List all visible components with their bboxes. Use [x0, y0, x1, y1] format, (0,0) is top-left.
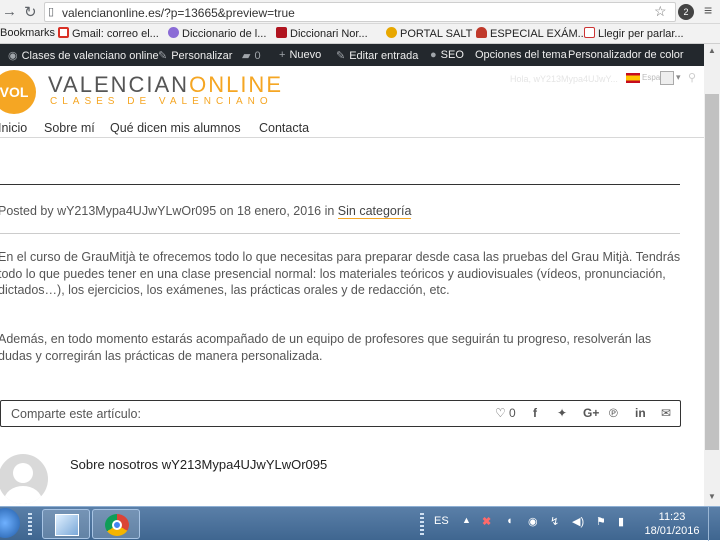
comment-icon: ▰ [242, 50, 251, 62]
pinterest-icon[interactable]: ℗ [609, 406, 618, 420]
twitter-icon[interactable]: ✦ [557, 406, 567, 420]
share-label: Comparte este artículo: [11, 407, 141, 421]
bookmarks-bar: Bookmarks Gmail: correo el... Diccionari… [0, 24, 720, 44]
post-meta: Posted by wY213Mypa4UJwYLwOr095 on 18 en… [0, 204, 412, 219]
network-icon[interactable]: ◉ [528, 515, 538, 528]
taskbar-grip [420, 513, 424, 535]
wp-site-link[interactable]: ◉ Clases de valenciano online [8, 49, 159, 62]
scroll-down-icon[interactable]: ▼ [708, 492, 716, 501]
logo-mark[interactable]: VOL [0, 70, 36, 114]
facebook-icon[interactable]: f [533, 406, 537, 420]
dashboard-icon: ◉ [8, 50, 18, 62]
author-avatar [0, 454, 48, 504]
divider [0, 184, 680, 185]
address-bar-row: → ↻ ▯ valencianonline.es/?p=13665&previe… [0, 0, 720, 24]
clock-date: 18/01/2016 [644, 525, 700, 537]
like-count: 0 [509, 406, 516, 420]
chevron-down-icon[interactable]: ▾ [676, 72, 681, 83]
antivirus-icon[interactable]: ✖ [482, 515, 491, 528]
bookmark-item[interactable]: ESPECIAL EXÁM... [476, 27, 587, 40]
scroll-thumb[interactable] [705, 94, 719, 450]
dictionary-icon [168, 27, 179, 38]
dictionary-nor-icon [276, 27, 287, 38]
googleplus-icon[interactable]: G+ [583, 406, 599, 420]
email-icon[interactable]: ✉ [661, 406, 671, 420]
wp-theme-options-link[interactable]: Opciones del tema [475, 49, 567, 61]
user-greeting[interactable]: Hola, wY213Mypa4UJwY... [510, 74, 618, 84]
divider [0, 233, 680, 234]
nav-item-inicio[interactable]: Inicio [0, 121, 27, 135]
page-scrollbar[interactable]: ▲ ▼ [704, 44, 720, 506]
explorer-icon [55, 514, 79, 536]
share-box: Comparte este artículo: ♡ 0 f ✦ G+ ℗ in … [0, 400, 681, 427]
scroll-up-icon[interactable]: ▲ [708, 46, 716, 55]
wp-new-link[interactable]: + Nuevo [279, 49, 321, 61]
menu-icon[interactable]: ≡ [704, 2, 712, 18]
page-icon: ▯ [48, 6, 55, 18]
nav-item-sobre-mi[interactable]: Sobre mí [44, 121, 95, 135]
forward-icon[interactable]: → [2, 3, 17, 20]
author-title: Sobre nosotros wY213Mypa4UJwYLwOr095 [70, 457, 328, 472]
url-text[interactable]: valencianonline.es/?p=13665&preview=true [62, 6, 295, 20]
main-nav: Inicio Sobre mí Qué dicen mis alumnos Co… [0, 114, 704, 138]
show-desktop-button[interactable] [708, 507, 720, 541]
flag-icon[interactable]: ⚑ [596, 515, 606, 528]
search-icon[interactable]: ⚲ [688, 71, 696, 84]
taskbar-app-explorer[interactable] [42, 509, 90, 539]
tray-expand-icon[interactable]: ▲ [462, 515, 471, 525]
volume-icon[interactable]: ◖ [506, 515, 513, 527]
signal-icon[interactable]: ▮ [618, 515, 624, 528]
bookmark-item[interactable]: Bookmarks [0, 27, 55, 39]
speaker-icon[interactable]: ◀) [572, 515, 584, 528]
start-button[interactable] [0, 508, 20, 538]
wp-admin-bar: ◉ Clases de valenciano online ✎ Personaliz… [0, 44, 704, 66]
bookmark-star-icon[interactable]: ☆ [654, 3, 667, 20]
update-icon[interactable]: ↯ [550, 515, 559, 528]
taskbar-app-chrome[interactable] [92, 509, 140, 539]
llegir-icon [584, 27, 595, 38]
reload-icon[interactable]: ↻ [24, 3, 37, 21]
wp-color-customizer-link[interactable]: Personalizador de color [568, 49, 684, 61]
chrome-icon [105, 514, 129, 536]
plus-icon: + [279, 49, 286, 61]
brush-icon: ✎ [158, 50, 168, 62]
taskbar: ES ▲ ✖ ◖ ◉ ↯ ◀) ⚑ ▮ 11:23 18/01/2016 [0, 506, 720, 541]
linkedin-icon[interactable]: in [635, 406, 646, 420]
system-clock[interactable]: 11:23 18/01/2016 [644, 510, 700, 538]
heart-icon[interactable]: ♡ [495, 406, 506, 420]
extension-icon[interactable]: 2 [678, 4, 694, 20]
bookmark-item[interactable]: Diccionario de l... [168, 27, 266, 40]
wp-comments-link[interactable]: ▰ 0 [242, 49, 261, 62]
nav-item-alumnos[interactable]: Qué dicen mis alumnos [110, 121, 241, 135]
logo-wordmark[interactable]: VALENCIANONLINE [48, 72, 283, 98]
taskbar-grip [28, 513, 32, 535]
category-link[interactable]: Sin categoría [337, 204, 412, 219]
gmail-icon [58, 27, 69, 38]
nav-item-contacta[interactable]: Contacta [259, 121, 309, 135]
wp-edit-link[interactable]: ✎ Editar entrada [336, 49, 418, 62]
wp-seo-link[interactable]: ● SEO [430, 49, 464, 61]
clock-time: 11:23 [658, 511, 686, 523]
bookmark-item[interactable]: Gmail: correo el... [58, 27, 159, 40]
spain-flag-icon[interactable] [626, 73, 640, 83]
user-avatar-small[interactable] [660, 71, 674, 85]
input-language[interactable]: ES [434, 515, 449, 527]
post-paragraph: Además, en todo momento estarás acompaña… [0, 332, 652, 363]
logo-tagline: CLASES DE VALENCIANO [50, 96, 273, 107]
wp-customize-link[interactable]: ✎ Personalizar [158, 49, 232, 62]
post-paragraph: En el curso de GrauMitjà te ofrecemos to… [0, 250, 681, 297]
bookmark-item[interactable]: Llegir per parlar... [584, 27, 684, 40]
seo-icon: ● [430, 49, 437, 61]
site-viewport: VOL VALENCIANONLINE CLASES DE VALENCIANO… [0, 66, 704, 506]
bookmark-item[interactable]: Diccionari Nor... [276, 27, 368, 40]
pencil-icon: ✎ [336, 50, 346, 62]
bookmark-item[interactable]: PORTAL SALT [386, 27, 472, 40]
portal-salt-icon [386, 27, 397, 38]
exam-icon [476, 27, 487, 38]
